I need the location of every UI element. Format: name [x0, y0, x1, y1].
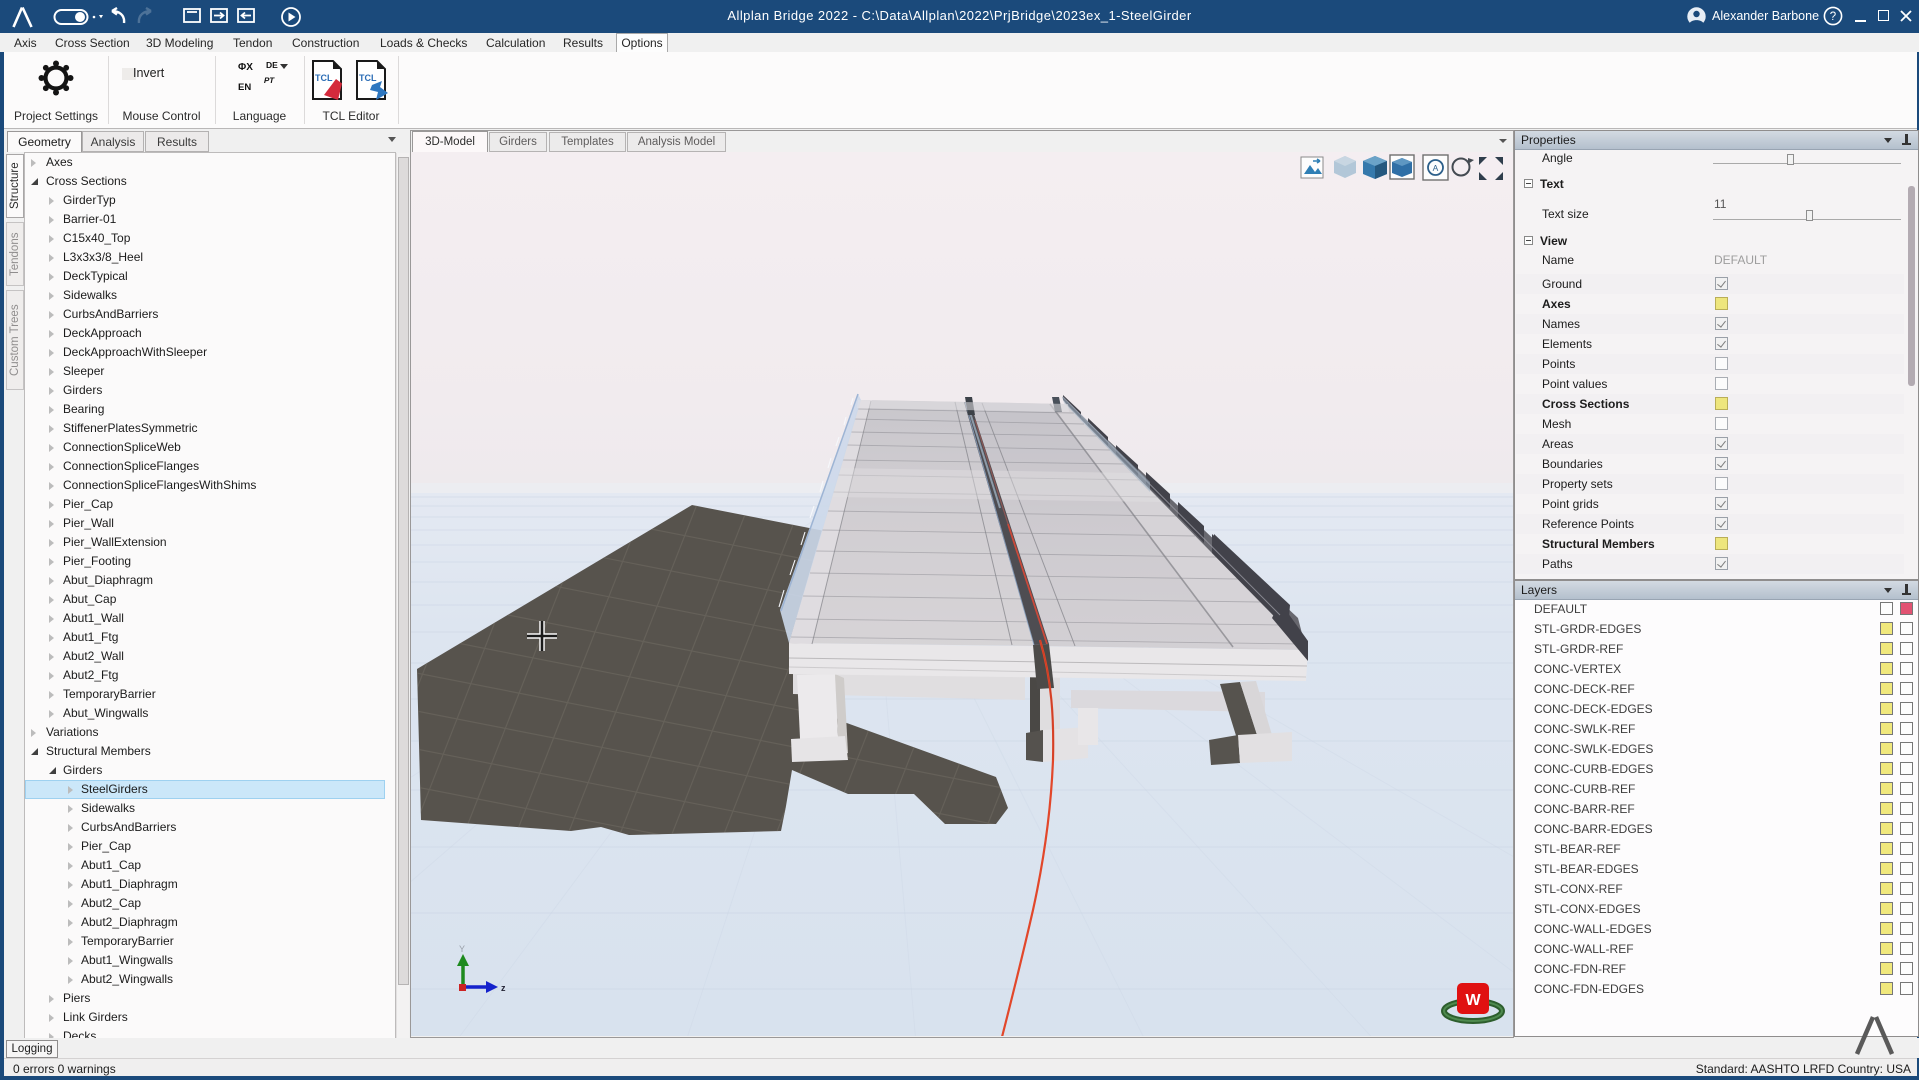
svg-text:z: z [501, 983, 506, 993]
svg-text:W: W [1465, 992, 1481, 1009]
svg-text:?: ? [1830, 11, 1836, 23]
svg-text:Y: Y [459, 944, 465, 954]
svg-text:A: A [1433, 163, 1439, 173]
svg-text:TCL: TCL [359, 73, 377, 83]
svg-text:TCL: TCL [315, 73, 333, 83]
